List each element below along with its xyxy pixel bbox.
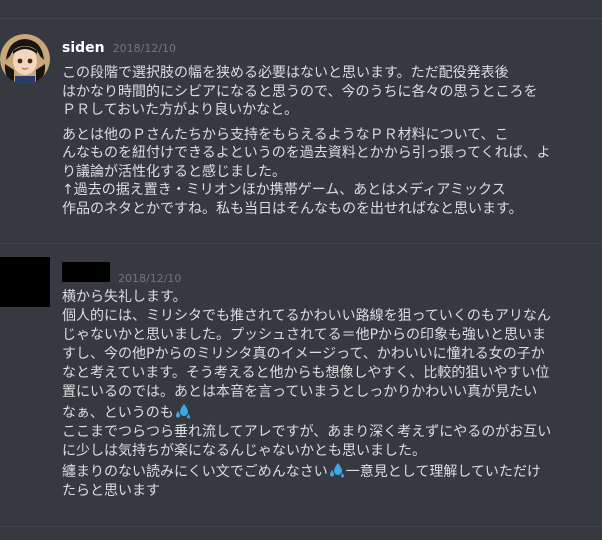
username-redacted[interactable] (62, 262, 110, 282)
text-line: 置にいるのでは。あとは本音を言っていまうとしっかりかわいい真が見たい (62, 384, 538, 400)
message-body: 横から失礼します。 個人的には、ミリシタでも推されてるかわいい路線を狙っていくの… (62, 288, 594, 501)
text-line: なぁ、というのも (62, 405, 174, 421)
text-line: はかなり時間的にシビアになると思うので、今のうちに各々の思うところを (62, 83, 538, 100)
message-body: この段階で選択肢の幅を狭める必要はないと思います。ただ配役発表後 はかなり時間的… (62, 64, 594, 218)
text-line: に少しは気持ちが楽になるんじゃないかとも思いました。 (62, 443, 426, 459)
avatar-siden[interactable] (0, 34, 50, 84)
text-line: この段階で選択肢の幅を狭める必要はないと思います。ただ配役発表後 (62, 65, 509, 81)
text-line: ここまでつらつら垂れ流してアレですが、あまり深く考えずにやるのがお互い (62, 424, 552, 440)
sweat-drops-icon[interactable] (328, 461, 346, 479)
avatar-redacted[interactable] (0, 257, 50, 307)
timestamp[interactable]: 2018/12/10 (113, 42, 176, 55)
text-line: すし、今の他Pからのミリシタ真のイメージって、かわいいに憧れる女の子か (62, 346, 545, 362)
text-line: なと考えています。そう考えると他からも想像しやすく、比較的狙いやすい位 (62, 365, 550, 381)
text-line: あとは他のＰさんたちから支持をもらえるようなＰＲ材料について、こ (62, 126, 509, 143)
text-line: 纏まりのない読みにくい文でごめんなさい (62, 464, 328, 480)
text-line: じゃないかと思いました。プッシュされてる＝他Pからの印象も強いと思いま (62, 327, 547, 343)
text-line: 個人的には、ミリシタでも推されてるかわいい路線を狙っていくのもアリなん (62, 308, 551, 324)
text-line: ↑過去の据え置き・ミリオンほか携帯ゲーム、あとはメディアミックス (62, 182, 506, 198)
text-line: 一意見として理解していただけ (345, 464, 541, 480)
message-header: 2018/12/10 (62, 262, 181, 285)
paragraph: あとは他のＰさんたちから支持をもらえるようなＰＲ材料について、こ んなものを紐付… (62, 126, 594, 219)
username[interactable]: siden (62, 40, 105, 56)
sweat-drops-icon[interactable] (174, 402, 192, 420)
text-line: 横から失礼します。 (62, 289, 187, 305)
text-line: んなものを紐付けできるよというのを過去資料とかから引っ張ってくれば、よ (62, 145, 551, 161)
bottom-divider (0, 526, 602, 527)
message-header: siden 2018/12/10 (62, 40, 176, 56)
text-line: 作品のネタとかですね。私も当日はそんなものを出せればなと思います。 (62, 200, 523, 217)
text-line: り議論が活性化すると感じました。 (62, 163, 286, 180)
text-line: ＰＲしておいた方がより良いかなと。 (62, 102, 299, 118)
top-divider (0, 18, 602, 19)
paragraph: この段階で選択肢の幅を狭める必要はないと思います。ただ配役発表後 はかなり時間的… (62, 64, 594, 120)
avatar-image (0, 34, 50, 84)
timestamp[interactable]: 2018/12/10 (118, 272, 181, 285)
text-line: たらと思います (62, 483, 160, 499)
message-divider (0, 243, 602, 244)
